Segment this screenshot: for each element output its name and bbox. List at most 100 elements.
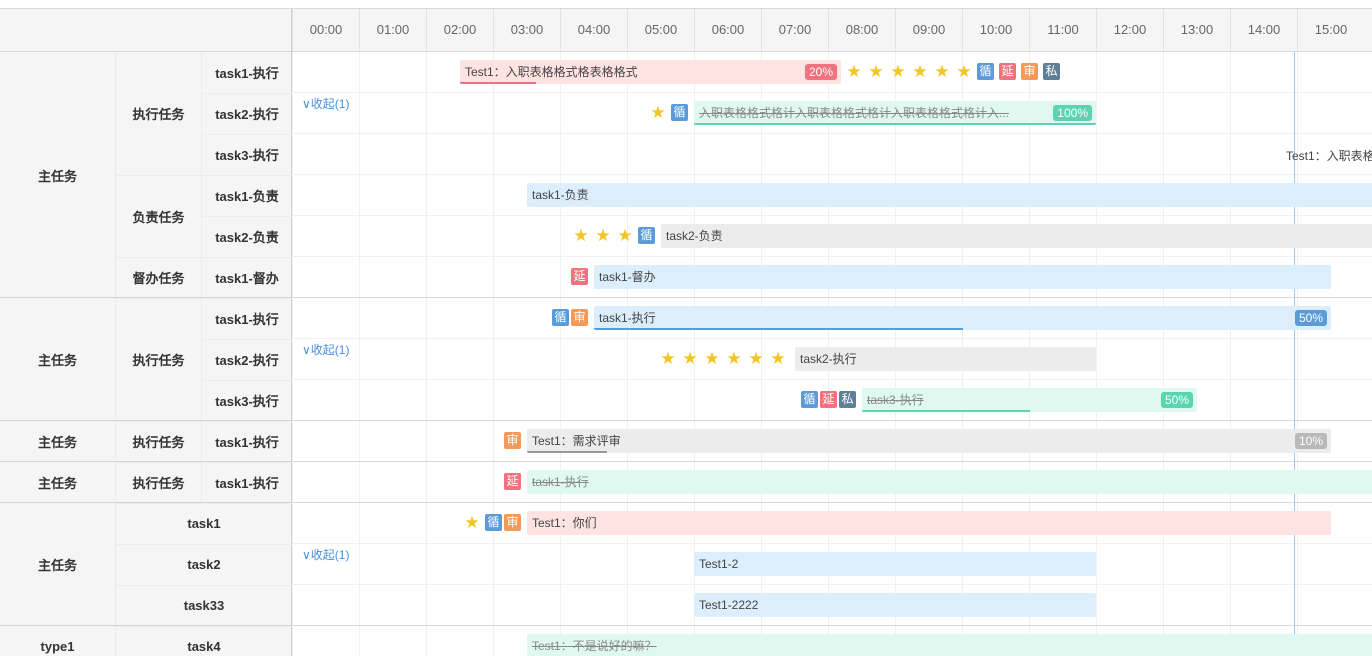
- delay-badge: 延: [504, 473, 521, 490]
- task-bar-label: task1-督办: [599, 270, 656, 284]
- task-bar[interactable]: task3-执行 50%: [862, 388, 1197, 412]
- task-bar[interactable]: task1-执行 50%: [594, 306, 1331, 330]
- task-bar[interactable]: task1-负责: [527, 183, 1372, 207]
- collapse-toggle[interactable]: ∨收起(1): [302, 341, 349, 358]
- progress-line: [862, 410, 1030, 412]
- star-icon: ★: [890, 62, 906, 81]
- task-bar[interactable]: Test1：入职表格格式格表格格式 20%: [460, 60, 841, 84]
- grid-column: [493, 52, 494, 656]
- star-icon: ★: [934, 62, 950, 81]
- delay-badge: 延: [571, 268, 588, 285]
- task-bar[interactable]: Test1-2: [694, 552, 1096, 576]
- grid-column: [1163, 52, 1164, 656]
- collapse-toggle[interactable]: ∨收起(1): [302, 546, 349, 563]
- progress-line: [594, 328, 963, 330]
- grid-column: [1230, 52, 1231, 656]
- hour-label: 08:00: [828, 9, 895, 51]
- collapse-toggle[interactable]: ∨收起(1): [302, 95, 349, 112]
- star-icon: ★: [868, 62, 884, 81]
- hour-label: 02:00: [426, 9, 493, 51]
- chart-row-line: [292, 461, 1372, 462]
- task-bar[interactable]: Test1：你们: [527, 511, 1331, 535]
- task-name[interactable]: task1: [115, 503, 292, 544]
- task-bar[interactable]: Test1：需求评审 10%: [527, 429, 1331, 453]
- task-name[interactable]: task1-执行: [201, 298, 292, 339]
- task-bar[interactable]: task2-负责: [661, 224, 1372, 248]
- task-name[interactable]: task2-执行: [201, 339, 292, 380]
- task-type-label: 督办任务: [115, 257, 201, 298]
- chart-row-line: [292, 420, 1372, 421]
- star-icon: ★: [726, 349, 742, 368]
- progress-line: [527, 451, 608, 453]
- hour-label: 06:00: [694, 9, 761, 51]
- chart-row-line: [292, 338, 1372, 339]
- grid-column: [1096, 52, 1097, 656]
- hour-label: 09:00: [895, 9, 962, 51]
- loop-badge: 循: [485, 514, 502, 531]
- main-task-label: type1: [40, 639, 75, 654]
- gantt-chart-area[interactable]: ∨收起(1) ∨收起(1) ∨收起(1) Test1：入职表格格式格表格格式 20% ★ ★…: [292, 52, 1372, 656]
- task-type-label: 执行任务: [115, 52, 201, 175]
- task-name[interactable]: task33: [115, 585, 292, 626]
- star-icon: ★: [748, 349, 764, 368]
- hour-label: 10:00: [962, 9, 1029, 51]
- progress-line: [694, 123, 1096, 125]
- hour-label: 11:00: [1029, 9, 1096, 51]
- timeline-header: 00:00 01:00 02:00 03:00 04:00 05:00 06:00 07:00…: [292, 9, 1372, 52]
- task-bar-label: Test1：不是说好的嘛？: [532, 639, 657, 653]
- audit-badge: 审: [504, 514, 521, 531]
- hour-label: 13:00: [1163, 9, 1230, 51]
- star-icon: ★: [573, 226, 589, 245]
- progress-badge: 50%: [1160, 392, 1193, 408]
- main-task-label: 主任务: [37, 476, 77, 491]
- hour-label: 00:00: [292, 9, 359, 51]
- main-task-label: 主任务: [37, 353, 77, 368]
- loop-badge: 循: [801, 391, 818, 408]
- chart-row-line: [292, 92, 1372, 93]
- private-badge: 私: [839, 391, 856, 408]
- star-icon: ★: [464, 513, 480, 532]
- private-badge: 私: [1043, 63, 1060, 80]
- task-name[interactable]: task4: [115, 626, 292, 656]
- task-name[interactable]: task3-执行: [201, 134, 292, 175]
- grid-column: [560, 52, 561, 656]
- chart-row-line: [292, 625, 1372, 626]
- progress-badge: 20%: [804, 64, 837, 80]
- chart-row-line: [292, 502, 1372, 503]
- task-bar[interactable]: task1-执行: [527, 470, 1372, 494]
- star-icon: ★: [912, 62, 928, 81]
- hour-label: 01:00: [359, 9, 426, 51]
- task-name[interactable]: task2-负责: [201, 216, 292, 257]
- task-name[interactable]: task1-执行: [201, 421, 292, 462]
- progress-badge: 10%: [1294, 433, 1327, 449]
- task-bar-label: task1-负责: [532, 188, 589, 202]
- task-bar[interactable]: task1-督办: [594, 265, 1331, 289]
- task-name[interactable]: task1-督办: [201, 257, 292, 298]
- loop-badge: 循: [977, 63, 994, 80]
- chart-row-line: [292, 379, 1372, 380]
- gantt-chart: 00:00 01:00 02:00 03:00 04:00 05:00 06:00 07:00…: [0, 0, 1372, 656]
- task-bar[interactable]: Test1-2222: [694, 593, 1096, 617]
- task-label: Test1：入职表格格式: [1286, 149, 1372, 163]
- task-bar-label: task2-执行: [800, 352, 857, 366]
- task-bar[interactable]: 入职表格格式格计入职表格格式格计入职表格格式格计入... 100%: [694, 101, 1096, 125]
- task-name[interactable]: task1-执行: [201, 462, 292, 503]
- delay-badge: 延: [999, 63, 1016, 80]
- task-name[interactable]: task1-执行: [201, 52, 292, 93]
- task-bar-label: Test1-2222: [699, 598, 759, 612]
- star-icon: ★: [770, 349, 786, 368]
- main-task-label: 主任务: [37, 435, 77, 450]
- audit-badge: 审: [1021, 63, 1038, 80]
- task-bar[interactable]: task2-执行: [795, 347, 1096, 371]
- task-name[interactable]: task3-执行: [201, 380, 292, 421]
- audit-badge: 审: [571, 309, 588, 326]
- chart-row-line: [292, 133, 1372, 134]
- task-bar[interactable]: Test1：不是说好的嘛？: [527, 634, 1372, 656]
- task-name[interactable]: task2: [115, 544, 292, 585]
- loop-badge: 循: [552, 309, 569, 326]
- task-name[interactable]: task1-负责: [201, 175, 292, 216]
- task-name[interactable]: task2-执行: [201, 93, 292, 134]
- hour-label: 14:00: [1230, 9, 1297, 51]
- task-bar-label: task2-负责: [666, 229, 723, 243]
- hour-label: 04:00: [560, 9, 627, 51]
